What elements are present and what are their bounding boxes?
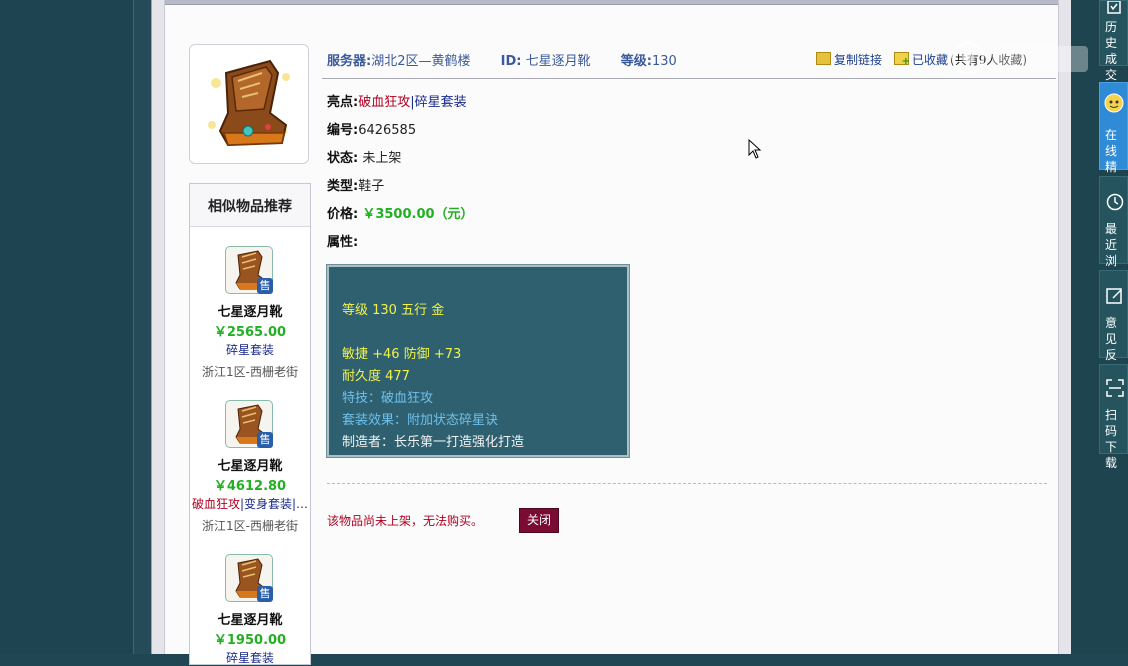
- similar-item-server: 浙江1区-西栅老街: [202, 519, 298, 533]
- history-label: 历史成交: [1105, 20, 1118, 82]
- favorite-icon: [894, 52, 910, 67]
- type-row: 类型:鞋子: [327, 175, 384, 194]
- favorite-button[interactable]: 已收藏: [894, 52, 949, 67]
- clock-icon: [1106, 193, 1124, 211]
- item-header-info: 服务器:湖北2区—黄鹤楼 ID: 七星逐月靴 等级:130: [327, 50, 703, 69]
- level-label: 等级:: [620, 54, 652, 69]
- attr-set-effect: 套装效果：附加状态碎星诀: [342, 413, 499, 428]
- server-info: 服务器:湖北2区—黄鹤楼: [327, 54, 470, 69]
- status-label: 状态:: [327, 151, 359, 166]
- similar-item-server: 浙江1区-西栅老街: [202, 365, 298, 379]
- sell-badge: 售: [257, 586, 273, 602]
- close-button[interactable]: 关闭: [519, 508, 559, 533]
- mouse-cursor-icon: [748, 139, 762, 159]
- folder-icon: [816, 52, 831, 65]
- similar-item-name[interactable]: 七星逐月靴: [190, 455, 310, 474]
- similar-item-price: ￥4612.80: [213, 479, 287, 494]
- header-divider: [322, 78, 1056, 79]
- attributes-row: 属性:: [327, 231, 358, 250]
- section-divider: [327, 483, 1047, 484]
- highlight-label: 亮点:: [327, 95, 359, 110]
- background-right: [1071, 0, 1099, 654]
- favorite-label: 已收藏: [912, 53, 949, 67]
- sell-badge: 售: [257, 432, 273, 448]
- server-value: 湖北2区—黄鹤楼: [371, 54, 471, 69]
- similar-item-price: ￥2565.00: [213, 325, 287, 340]
- attr-maker: 制造者：长乐第一打造强化打造: [342, 435, 525, 450]
- sidebar-history[interactable]: 历史成交: [1099, 0, 1128, 82]
- price-value: ￥3500.00（元）: [362, 207, 474, 222]
- similar-items-title: 相似物品推荐: [190, 184, 310, 227]
- type-label: 类型:: [327, 179, 359, 194]
- purchase-notice: 该物品尚未上架，无法购买。: [327, 514, 484, 528]
- scan-label: 扫码下载: [1105, 408, 1118, 470]
- price-label: 价格:: [327, 207, 359, 222]
- id-value: 七星逐月靴: [525, 54, 591, 69]
- similar-item-tags: 破血狂攻|变身套装|…: [190, 495, 310, 512]
- copy-link-button[interactable]: 复制链接: [816, 52, 883, 67]
- level-value: 130: [651, 54, 677, 69]
- highlight-skill: 破血狂攻: [358, 95, 411, 110]
- number-value: 6426585: [358, 123, 417, 138]
- attributes-box: 等级 130 五行 金 敏捷 +46 防御 +73 耐久度 477 特技：破血狂…: [326, 264, 630, 458]
- attr-durability: 耐久度 477: [342, 369, 410, 384]
- boot-icon: [208, 59, 290, 147]
- highlight-row: 亮点:破血狂攻|碎星套装: [327, 91, 467, 110]
- id-label: ID:: [500, 54, 522, 69]
- copy-link-label: 复制链接: [834, 53, 883, 67]
- similar-item-name[interactable]: 七星逐月靴: [190, 301, 310, 320]
- sidebar-feedback[interactable]: 意见反馈: [1099, 270, 1128, 378]
- status-value: 未上架: [362, 151, 402, 166]
- attr-special-skill: 特技：破血狂攻: [342, 391, 434, 406]
- price-row: 价格: ￥3500.00（元）: [327, 203, 474, 222]
- similar-item-tags: 碎星套装: [190, 341, 310, 358]
- similar-item-thumbnail[interactable]: 售: [225, 246, 273, 294]
- history-icon: [1107, 1, 1121, 14]
- similar-item-thumbnail[interactable]: 售: [225, 554, 273, 602]
- tag-set: |变身套装|…: [239, 497, 309, 511]
- scan-icon: [1106, 379, 1124, 397]
- similar-items-panel: 相似物品推荐 售 七星逐月靴 ￥2565.00 碎星套装 浙江1区-西栅老街 售…: [189, 183, 311, 665]
- panel-top-bar: [165, 0, 1058, 5]
- watermark-logo: [951, 41, 1088, 75]
- attr-stats: 敏捷 +46 防御 +73: [342, 347, 462, 362]
- similar-item-tags: 碎星套装: [190, 649, 310, 666]
- tag-highlight: 破血狂攻: [191, 497, 240, 511]
- sidebar-scan-download[interactable]: 扫码下载: [1099, 364, 1128, 470]
- edit-icon: [1106, 288, 1122, 304]
- assistant-avatar-icon: [1104, 93, 1124, 113]
- status-row: 状态: 未上架: [327, 147, 401, 166]
- number-row: 编号:6426585: [327, 119, 416, 138]
- similar-item-price: ￥1950.00: [213, 633, 287, 648]
- tag-set: 碎星套装: [225, 651, 274, 665]
- sell-badge: 售: [257, 278, 273, 294]
- id-info: ID: 七星逐月靴: [501, 54, 591, 69]
- tag-set: 碎星套装: [225, 343, 274, 357]
- background-divider: [133, 0, 152, 654]
- background-left: [0, 0, 133, 654]
- type-value: 鞋子: [358, 179, 385, 194]
- sidebar-recent[interactable]: 最近浏览: [1099, 176, 1128, 284]
- item-image-box: [189, 44, 309, 164]
- highlight-set: 碎星套装: [414, 95, 467, 110]
- sidebar-online-assistant[interactable]: 在线精灵: [1099, 82, 1128, 190]
- attr-level-element: 等级 130 五行 金: [342, 303, 445, 318]
- server-label: 服务器:: [327, 54, 372, 69]
- level-info: 等级:130: [621, 54, 677, 69]
- similar-item-thumbnail[interactable]: 售: [225, 400, 273, 448]
- similar-item-name[interactable]: 七星逐月靴: [190, 609, 310, 628]
- attributes-label: 属性:: [327, 235, 359, 250]
- number-label: 编号:: [327, 123, 359, 138]
